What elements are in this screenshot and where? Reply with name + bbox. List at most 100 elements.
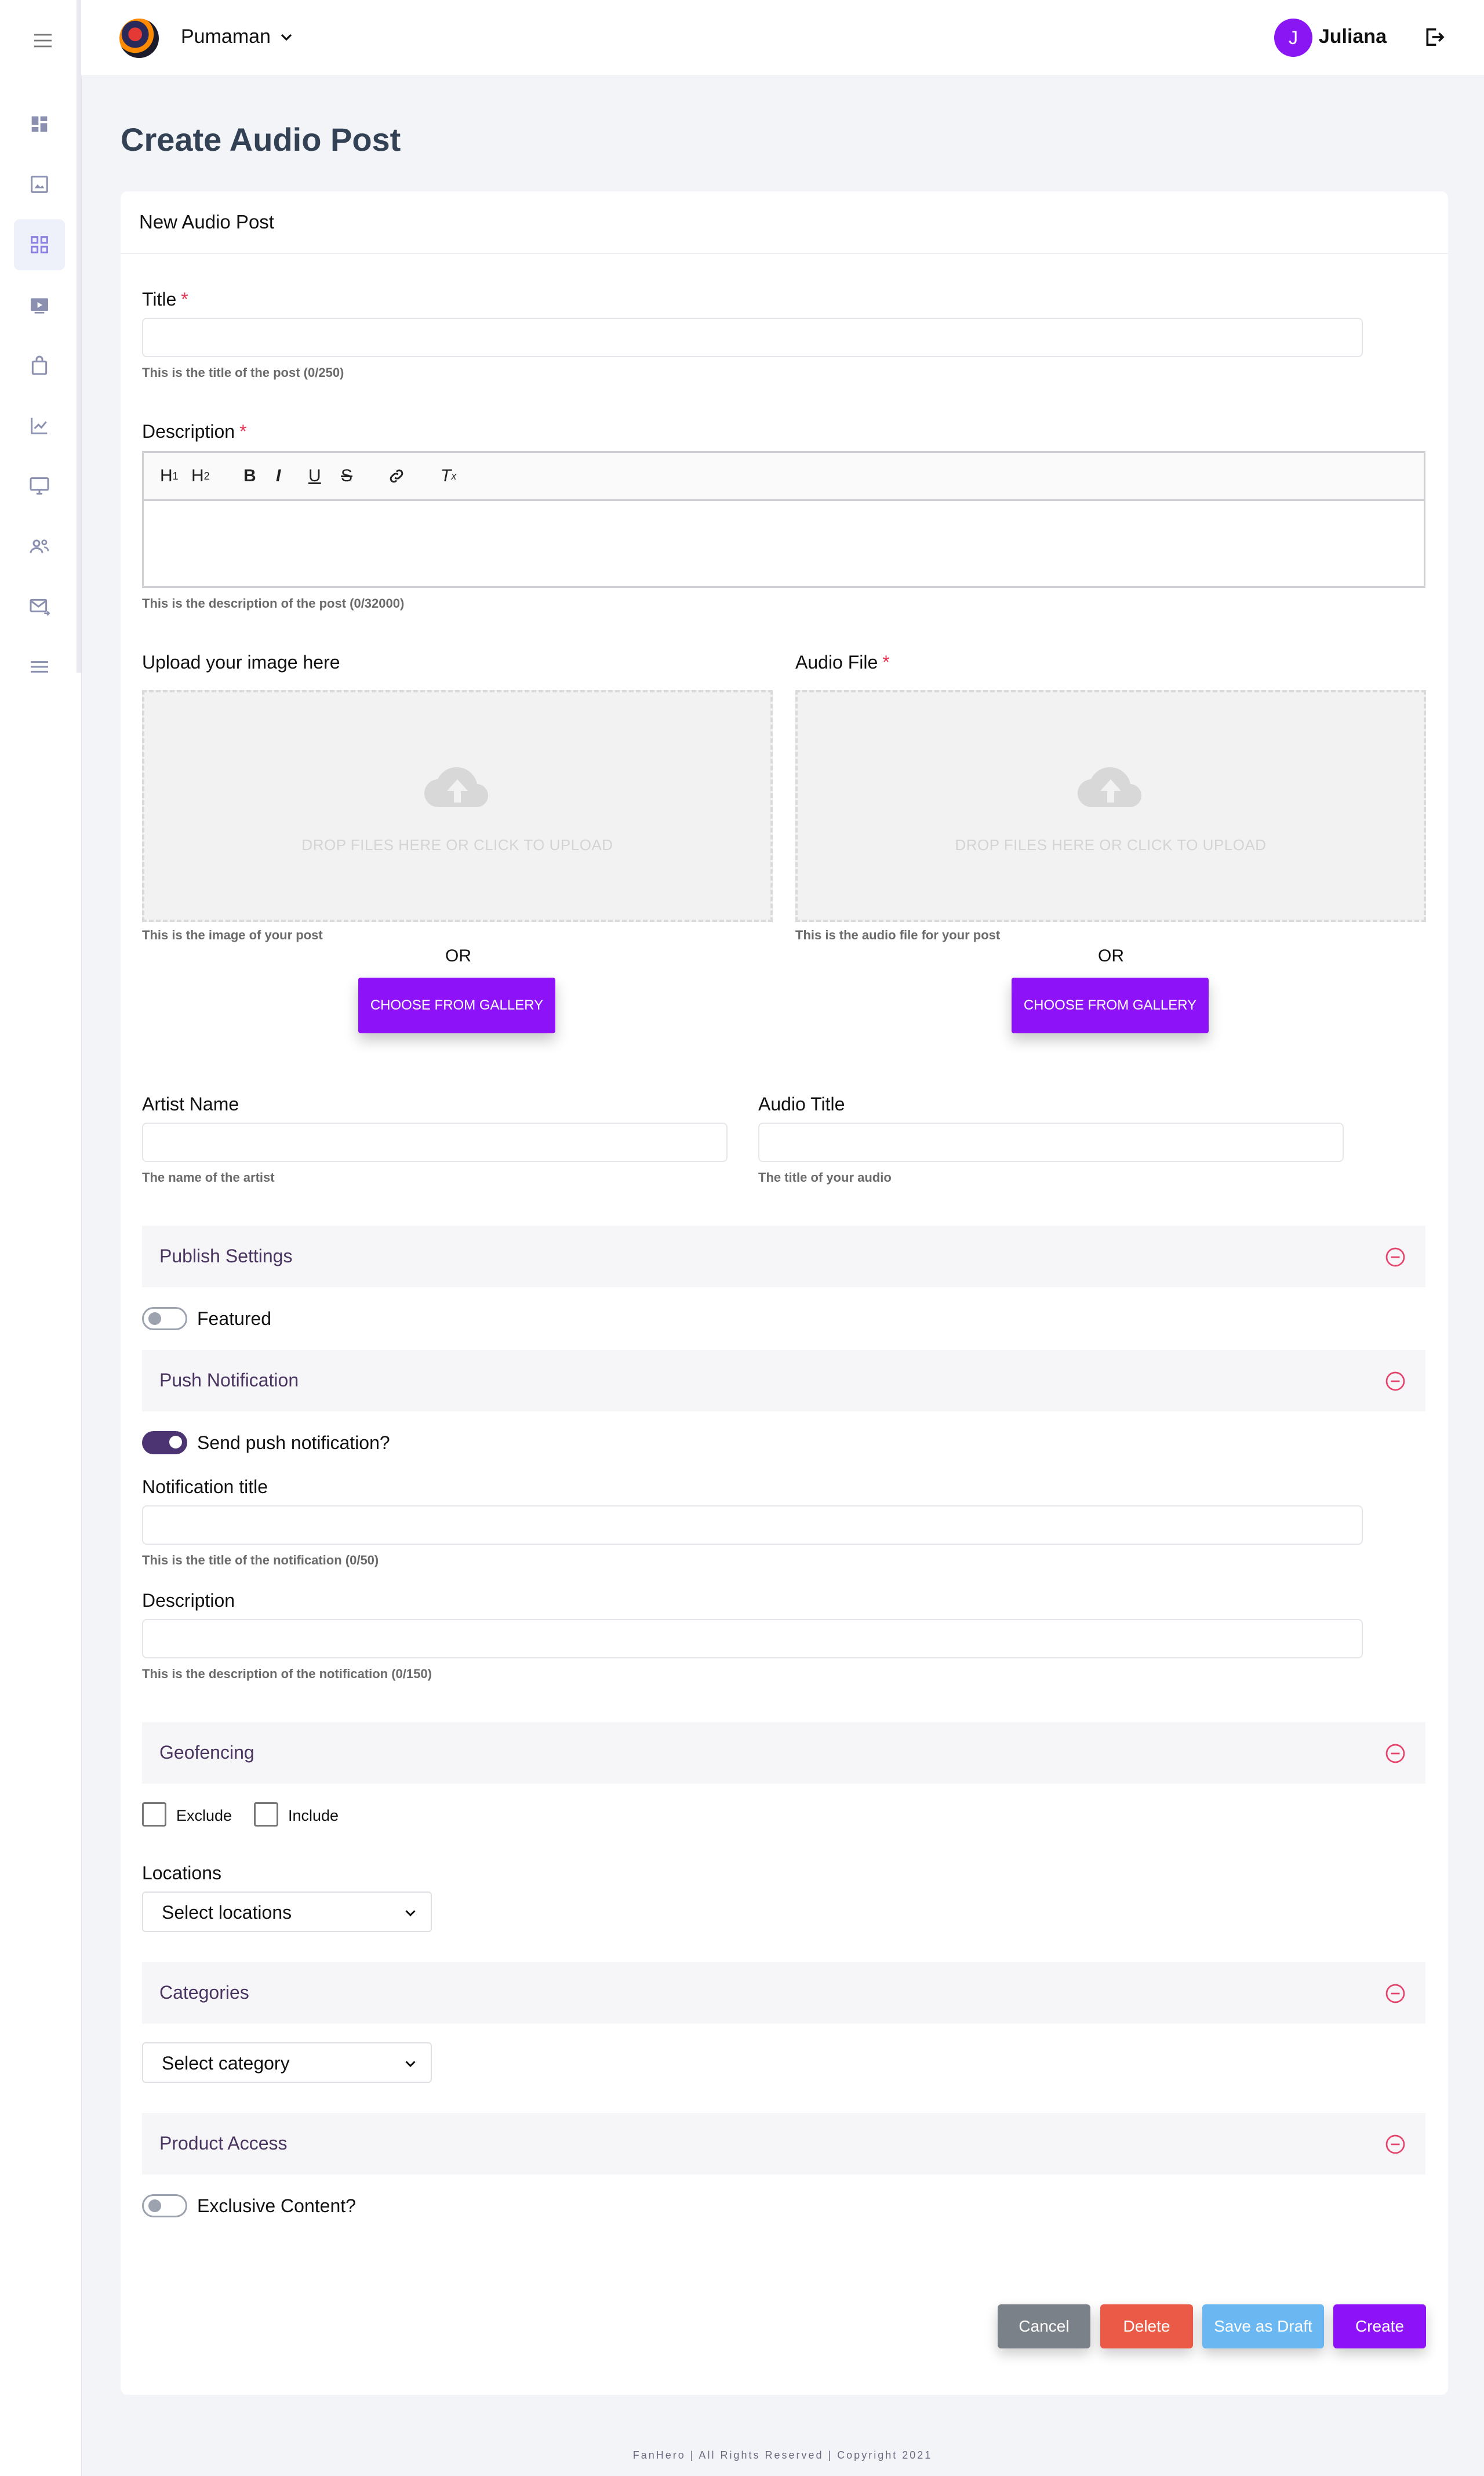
sidebar-edge (77, 0, 81, 673)
collapse-icon[interactable] (1385, 1371, 1406, 1392)
toggle-knob (148, 1312, 161, 1325)
notification-description-input[interactable] (142, 1619, 1363, 1658)
image-dropzone[interactable]: DROP FILES HERE OR CLICK TO UPLOAD (142, 690, 773, 922)
title-input[interactable] (142, 318, 1363, 357)
audio-file-label: Audio File * (795, 652, 890, 673)
image-help: This is the image of your post (142, 928, 323, 942)
image-gallery-button[interactable]: CHOOSE FROM GALLERY (358, 978, 555, 1033)
collapse-icon[interactable] (1385, 1983, 1406, 2004)
artist-name-input[interactable] (142, 1123, 728, 1162)
cloud-upload-icon (424, 767, 489, 808)
collapse-icon[interactable] (1385, 2134, 1406, 2155)
locations-label: Locations (142, 1863, 221, 1883)
card-header: New Audio Post (121, 191, 1448, 254)
mail-send-icon[interactable] (23, 590, 56, 623)
users-icon[interactable] (23, 530, 56, 562)
audio-gallery-button[interactable]: CHOOSE FROM GALLERY (1012, 978, 1209, 1033)
categories-accordion[interactable]: Categories (142, 1962, 1425, 2024)
notification-description-label: Description (142, 1590, 235, 1611)
exclusive-content-toggle[interactable] (142, 2194, 187, 2217)
analytics-icon[interactable] (23, 409, 56, 442)
save-draft-button[interactable]: Save as Draft (1202, 2304, 1324, 2348)
include-checkbox[interactable] (254, 1802, 278, 1827)
geofencing-accordion[interactable]: Geofencing (142, 1722, 1425, 1784)
image-upload-label: Upload your image here (142, 652, 340, 673)
collapse-icon[interactable] (1385, 1247, 1406, 1268)
video-icon[interactable] (23, 289, 56, 321)
shopping-bag-icon[interactable] (23, 349, 56, 382)
toggle-knob (148, 2199, 161, 2212)
artist-name-label: Artist Name (142, 1094, 239, 1114)
editor-toolbar: H1 H2 B I U S Tx (144, 453, 1424, 501)
link-icon[interactable] (387, 464, 406, 488)
select-value: Select category (162, 2053, 290, 2074)
description-help: This is the description of the post (0/3… (142, 596, 405, 611)
select-value: Select locations (162, 1902, 292, 1923)
user-name[interactable]: Juliana (1319, 26, 1387, 48)
accordion-title: Categories (159, 1982, 249, 2003)
notification-title-help: This is the title of the notification (0… (142, 1553, 379, 1567)
featured-toggle[interactable] (142, 1307, 187, 1330)
accordion-title: Geofencing (159, 1742, 254, 1763)
dropzone-text: DROP FILES HERE OR CLICK TO UPLOAD (301, 836, 613, 854)
card-title: New Audio Post (139, 211, 274, 233)
menu-icon[interactable] (27, 24, 59, 57)
notification-description-help: This is the description of the notificat… (142, 1667, 432, 1681)
page-title: Create Audio Post (121, 121, 401, 158)
audio-title-input[interactable] (758, 1123, 1344, 1162)
notification-title-input[interactable] (142, 1505, 1363, 1545)
audio-title-help: The title of your audio (758, 1170, 892, 1185)
audio-title-label: Audio Title (758, 1094, 845, 1114)
italic-button[interactable]: I (276, 464, 281, 488)
audio-help: This is the audio file for your post (795, 928, 1001, 942)
send-push-label: Send push notification? (197, 1432, 390, 1453)
publish-settings-accordion[interactable]: Publish Settings (142, 1226, 1425, 1287)
send-push-toggle[interactable] (142, 1431, 187, 1454)
bold-button[interactable]: B (243, 464, 256, 488)
grid-icon[interactable] (14, 219, 65, 270)
toggle-knob (169, 1436, 182, 1448)
h2-button[interactable]: H2 (191, 464, 210, 488)
list-icon[interactable] (23, 651, 56, 683)
category-select[interactable]: Select category (142, 2042, 432, 2083)
underline-button[interactable]: U (308, 464, 321, 488)
strike-button[interactable]: S (341, 464, 352, 488)
org-avatar[interactable] (119, 19, 159, 58)
exclude-checkbox[interactable] (142, 1802, 166, 1827)
create-button[interactable]: Create (1333, 2304, 1426, 2348)
push-notification-accordion[interactable]: Push Notification (142, 1350, 1425, 1411)
monitor-icon[interactable] (23, 470, 56, 502)
product-access-accordion[interactable]: Product Access (142, 2113, 1425, 2174)
include-label: Include (288, 1807, 339, 1824)
user-avatar[interactable]: J (1274, 19, 1312, 57)
h1-button[interactable]: H1 (160, 464, 179, 488)
title-label: Title * (142, 289, 188, 310)
artist-help: The name of the artist (142, 1170, 275, 1185)
dropzone-text: DROP FILES HERE OR CLICK TO UPLOAD (955, 836, 1267, 854)
cloud-upload-icon (1077, 767, 1142, 808)
image-icon[interactable] (23, 168, 56, 201)
dashboard-icon[interactable] (23, 108, 56, 140)
accordion-title: Product Access (159, 2133, 288, 2154)
or-text: OR (1098, 946, 1124, 965)
description-editor[interactable]: H1 H2 B I U S Tx (142, 451, 1425, 588)
org-name[interactable]: Pumaman (181, 26, 271, 48)
cancel-button[interactable]: Cancel (998, 2304, 1090, 2348)
exclusive-content-label: Exclusive Content? (197, 2195, 356, 2216)
chevron-down-icon (405, 1910, 416, 1916)
audio-dropzone[interactable]: DROP FILES HERE OR CLICK TO UPLOAD (795, 690, 1426, 922)
locations-select[interactable]: Select locations (142, 1892, 432, 1932)
logout-icon[interactable] (1423, 26, 1446, 49)
accordion-title: Publish Settings (159, 1246, 293, 1266)
footer-text: FanHero | All Rights Reserved | Copyrigh… (632, 2449, 933, 2461)
or-text: OR (445, 946, 471, 965)
delete-button[interactable]: Delete (1100, 2304, 1193, 2348)
clear-format-icon[interactable]: Tx (441, 464, 456, 488)
notification-title-label: Notification title (142, 1476, 268, 1497)
collapse-icon[interactable] (1385, 1743, 1406, 1764)
topbar: Pumaman J Juliana (81, 0, 1484, 76)
chevron-down-icon (405, 2061, 416, 2067)
exclude-label: Exclude (176, 1807, 232, 1824)
chevron-down-icon[interactable] (277, 28, 296, 46)
accordion-title: Push Notification (159, 1370, 299, 1391)
